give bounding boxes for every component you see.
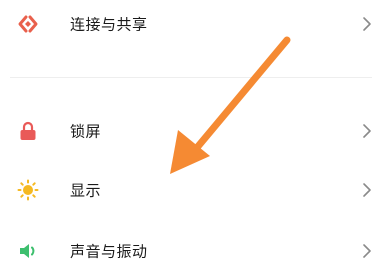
settings-item-label: 锁屏 <box>70 122 102 141</box>
chevron-right-icon <box>362 16 372 32</box>
chevron-right-icon <box>362 123 372 139</box>
lock-icon <box>17 120 39 142</box>
sun-icon <box>17 179 39 201</box>
settings-item-label: 连接与共享 <box>70 15 148 34</box>
settings-item-label: 声音与振动 <box>70 242 148 261</box>
connection-share-icon <box>17 13 39 35</box>
divider <box>10 77 372 78</box>
settings-item-label: 显示 <box>70 181 102 200</box>
settings-item-connection-share[interactable]: 连接与共享 <box>0 1 382 47</box>
chevron-right-icon <box>362 182 372 198</box>
settings-item-display[interactable]: 显示 <box>0 167 382 213</box>
settings-item-sound-vibration[interactable]: 声音与振动 <box>0 228 382 274</box>
settings-list: 连接与共享 锁屏 显示 声音与振动 <box>0 0 382 275</box>
settings-item-lock-screen[interactable]: 锁屏 <box>0 108 382 154</box>
speaker-icon <box>17 240 39 262</box>
chevron-right-icon <box>362 243 372 259</box>
